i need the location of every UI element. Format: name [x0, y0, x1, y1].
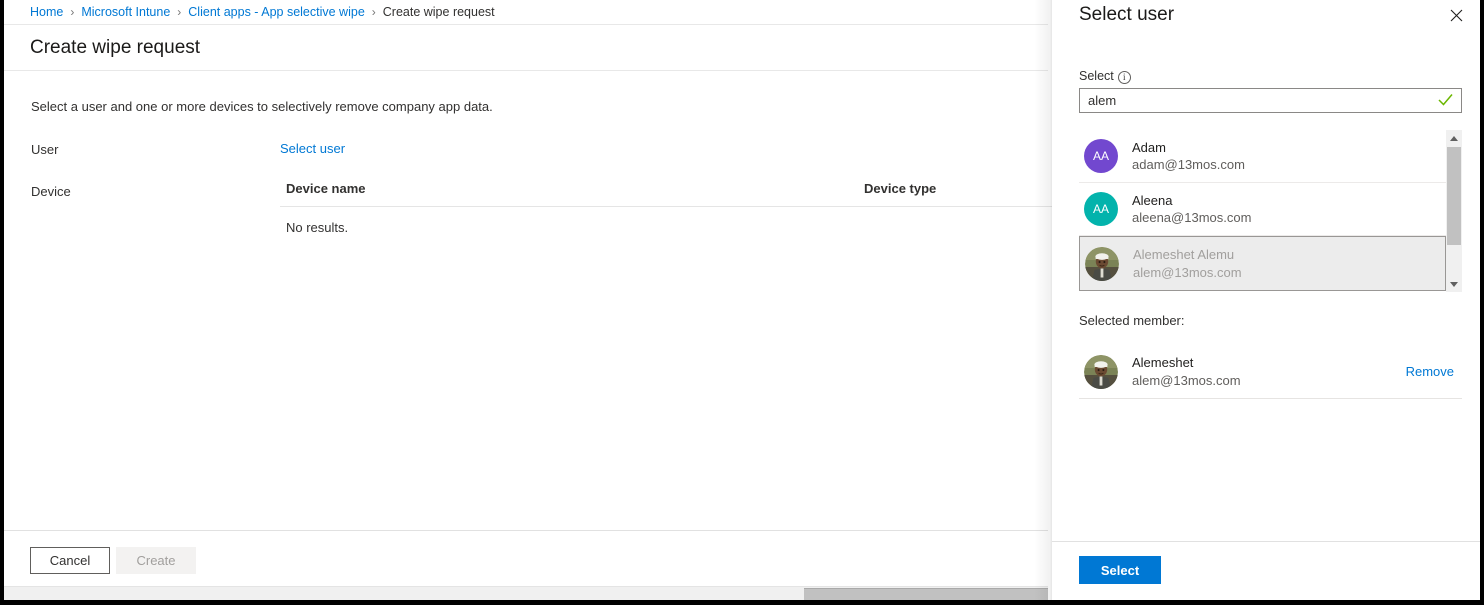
breadcrumb-item-current: Create wipe request — [382, 5, 495, 19]
breadcrumb-item-microsoft-intune[interactable]: Microsoft Intune — [81, 5, 170, 19]
panel-header: Select user — [1052, 0, 1480, 30]
select-field-label-text: Select — [1079, 69, 1114, 83]
user-email: adam@13mos.com — [1132, 157, 1245, 172]
user-email: alem@13mos.com — [1133, 264, 1242, 280]
panel-title: Select user — [1079, 4, 1175, 25]
selected-member-name: Alemeshet — [1132, 355, 1194, 371]
cancel-button[interactable]: Cancel — [30, 547, 110, 574]
selected-member-label: Selected member: — [1079, 313, 1185, 328]
select-field-label: Select i — [1079, 69, 1462, 84]
remove-member-link[interactable]: Remove — [1406, 364, 1462, 379]
info-icon[interactable]: i — [1117, 70, 1131, 84]
scroll-down-arrow-icon[interactable] — [1446, 276, 1462, 292]
avatar-photo — [1085, 246, 1119, 281]
device-table: Device name Device type No results. — [280, 181, 1070, 235]
user-name: Alemeshet Alemu — [1133, 247, 1235, 263]
list-item-text: Alemeshet Alemu alem@13mos.com — [1133, 246, 1242, 280]
user-results-items: AA Adam adam@13mos.com AA Aleena aleena@… — [1079, 130, 1446, 292]
column-header-device-name[interactable]: Device name — [286, 181, 864, 196]
intro-description: Select a user and one or more devices to… — [31, 99, 493, 114]
list-vertical-scrollbar[interactable] — [1446, 130, 1462, 292]
list-item-text: Aleena aleena@13mos.com — [1132, 192, 1251, 226]
avatar-initials: AA — [1092, 202, 1109, 216]
device-table-empty-message: No results. — [286, 220, 349, 235]
panel-body: Select i AA — [1052, 30, 1480, 541]
horizontal-scrollbar-thumb[interactable] — [804, 588, 1048, 600]
panel-footer: Select — [1052, 541, 1480, 600]
create-wipe-request-blade: Home › Microsoft Intune › Client apps - … — [4, 0, 1070, 600]
blade-content: Select a user and one or more devices to… — [4, 71, 1070, 530]
avatar-initials: AA — [1092, 149, 1109, 163]
avatar-photo — [1084, 354, 1118, 389]
user-field-label: User — [31, 142, 59, 157]
list-item[interactable]: AA Adam adam@13mos.com — [1079, 130, 1446, 183]
select-button[interactable]: Select — [1079, 556, 1161, 584]
list-item[interactable]: Alemeshet Alemu alem@13mos.com — [1079, 236, 1446, 291]
create-button: Create — [116, 547, 196, 574]
vertical-scrollbar-thumb[interactable] — [1447, 147, 1461, 245]
user-search-input[interactable] — [1079, 88, 1462, 113]
blade-header: Create wipe request — [4, 25, 1048, 71]
breadcrumb-separator-icon: › — [371, 5, 376, 19]
list-item[interactable]: AA Aleena aleena@13mos.com — [1079, 183, 1446, 236]
user-field-value: Select user — [280, 140, 1048, 158]
select-user-panel: Select user Select i alem AA Adam adam@1… — [1052, 0, 1480, 600]
breadcrumb-item-home[interactable]: Home — [30, 5, 63, 19]
user-form-row: User Select user — [4, 140, 1048, 158]
user-name: Adam — [1132, 139, 1166, 155]
device-field-label: Device — [31, 184, 71, 199]
avatar: AA — [1084, 192, 1118, 226]
device-field-value: Device name Device type No results. — [280, 181, 1070, 235]
select-user-link[interactable]: Select user — [280, 141, 345, 156]
user-results-list: AA Adam adam@13mos.com AA Aleena aleena@… — [1079, 130, 1462, 292]
breadcrumb-item-client-apps[interactable]: Client apps - App selective wipe — [188, 5, 364, 19]
breadcrumb-separator-icon: › — [177, 5, 182, 19]
list-item-text: Adam adam@13mos.com — [1132, 139, 1245, 173]
blade-footer: Cancel Create — [4, 530, 1048, 585]
device-form-row: Device Device name Device type No result… — [4, 181, 1070, 235]
search-field-wrap — [1079, 88, 1462, 113]
azure-portal-window: Home › Microsoft Intune › Client apps - … — [0, 0, 1484, 605]
avatar: AA — [1084, 139, 1118, 173]
breadcrumb: Home › Microsoft Intune › Client apps - … — [4, 0, 1048, 25]
selected-member-row: Alemeshet alem@13mos.com Remove — [1079, 345, 1462, 399]
scroll-up-arrow-icon[interactable] — [1446, 130, 1462, 146]
breadcrumb-separator-icon: › — [70, 5, 75, 19]
close-icon[interactable] — [1442, 1, 1470, 29]
user-email: aleena@13mos.com — [1132, 210, 1252, 225]
horizontal-scrollbar[interactable] — [4, 586, 1048, 600]
column-header-device-type[interactable]: Device type — [864, 181, 1070, 196]
page-title: Create wipe request — [30, 36, 201, 58]
selected-member-email: alem@13mos.com — [1132, 372, 1241, 388]
device-table-header: Device name Device type — [280, 181, 1070, 207]
user-name: Aleena — [1132, 192, 1173, 208]
selected-member-text: Alemeshet alem@13mos.com — [1132, 354, 1406, 388]
